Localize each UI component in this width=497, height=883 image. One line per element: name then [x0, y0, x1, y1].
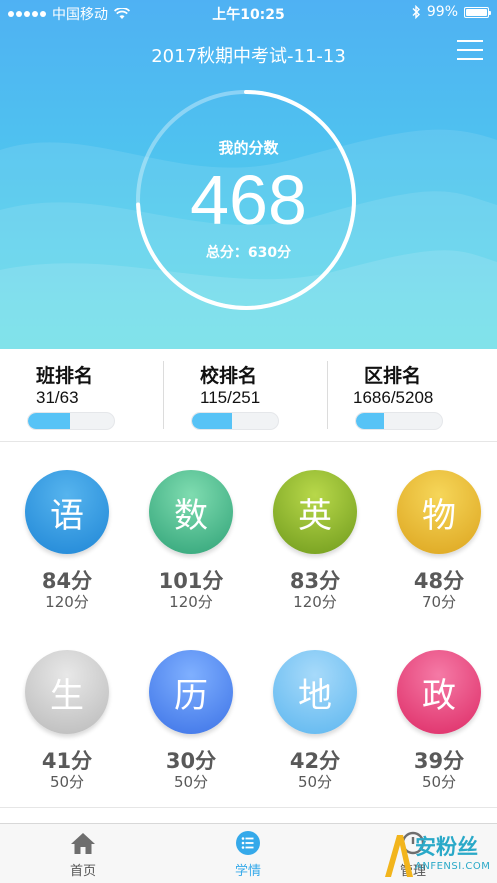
watermark-subtext: ANFENSI.COM	[415, 861, 491, 872]
watermark: 安粉丝 ANFENSI.COM	[383, 829, 493, 881]
subject-card-geography[interactable]: 地 42分 50分	[253, 624, 377, 794]
watermark-logo-icon	[385, 835, 413, 877]
subject-icon-chinese: 语	[25, 470, 109, 554]
subject-card-english[interactable]: 英 83分 120分	[253, 444, 377, 614]
school-rank[interactable]: 校排名 115/251	[164, 349, 327, 442]
rank-title: 校排名	[200, 365, 258, 387]
subject-full-score: 50分	[49, 773, 85, 791]
subject-full-score: 50分	[297, 773, 333, 791]
tab-study[interactable]: 学情	[188, 824, 308, 883]
home-icon	[71, 833, 95, 854]
subject-full-score: 120分	[169, 593, 213, 611]
score-value: 468	[190, 161, 307, 239]
bluetooth-icon	[412, 5, 420, 19]
subject-full-score: 50分	[173, 773, 209, 791]
rank-progress-bar	[191, 412, 279, 430]
subject-icon-geography: 地	[273, 650, 357, 734]
total-score: 总分：630分	[205, 245, 292, 261]
tab-home[interactable]: 首页	[23, 824, 143, 883]
subject-card-history[interactable]: 历 30分 50分	[129, 624, 253, 794]
subject-card-chinese[interactable]: 语 84分 120分	[5, 444, 129, 614]
battery-icon	[464, 6, 491, 18]
tab-label: 学情	[234, 864, 261, 879]
rank-value: 1686/5208	[353, 388, 434, 407]
subject-icon-biology: 生	[25, 650, 109, 734]
subject-full-score: 120分	[45, 593, 89, 611]
rank-title: 区排名	[364, 365, 422, 387]
score-label: 我的分数	[218, 139, 279, 157]
ranking-row: 班排名 31/63 校排名 115/251 区排名 1686/5208	[0, 349, 497, 442]
rank-title: 班排名	[36, 365, 94, 387]
subject-icon-history: 历	[149, 650, 233, 734]
rank-value: 31/63	[36, 388, 79, 407]
subject-full-score: 70分	[421, 593, 457, 611]
subject-icon-math: 数	[149, 470, 233, 554]
rank-value: 115/251	[200, 388, 261, 407]
subject-icon-physics: 物	[397, 470, 481, 554]
subject-full-score: 50分	[421, 773, 457, 791]
status-bar: 中国移动 上午10:25 99%	[0, 0, 497, 26]
watermark-text: 安粉丝	[415, 835, 478, 859]
list-icon	[236, 831, 260, 855]
subject-grid: 语 84分 120分 数 101分 120分 英 83分 120分 物 48分 …	[0, 444, 497, 808]
subject-full-score: 120分	[293, 593, 337, 611]
subject-card-biology[interactable]: 生 41分 50分	[5, 624, 129, 794]
subject-card-politics[interactable]: 政 39分 50分	[377, 624, 497, 794]
district-rank[interactable]: 区排名 1686/5208	[328, 349, 497, 442]
subject-icon-english: 英	[273, 470, 357, 554]
tab-label: 首页	[69, 864, 96, 879]
exam-title: 2017秋期中考试-11-13	[151, 46, 346, 67]
subject-card-physics[interactable]: 物 48分 70分	[377, 444, 497, 614]
subject-card-math[interactable]: 数 101分 120分	[129, 444, 253, 614]
rank-progress-bar	[27, 412, 115, 430]
class-rank[interactable]: 班排名 31/63	[0, 349, 163, 442]
battery-percent: 99%	[426, 4, 458, 20]
subject-icon-politics: 政	[397, 650, 481, 734]
hamburger-menu-icon[interactable]	[457, 40, 483, 60]
rank-progress-bar	[355, 412, 443, 430]
score-hero: 中国移动 上午10:25 99% 2017秋期中考试-11-13 我的分数 46…	[0, 0, 497, 349]
